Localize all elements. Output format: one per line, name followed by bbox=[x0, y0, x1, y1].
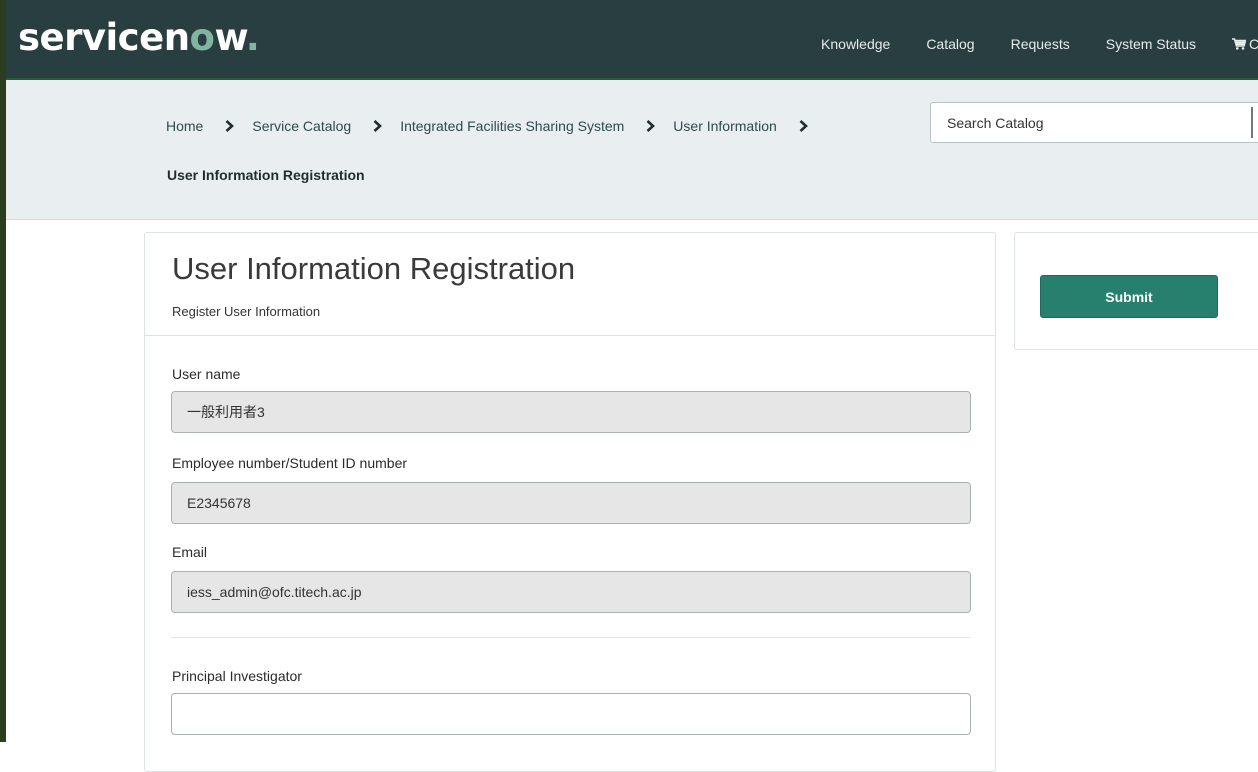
registration-form-card: User Information Registration Register U… bbox=[144, 232, 996, 772]
chevron-right-icon bbox=[225, 120, 235, 132]
user-name-field[interactable] bbox=[171, 391, 971, 433]
servicenow-logo[interactable]: servicenow. bbox=[18, 16, 260, 59]
form-subtitle: Register User Information bbox=[172, 304, 321, 319]
submit-button[interactable]: Submit bbox=[1040, 275, 1218, 318]
employee-number-field[interactable] bbox=[171, 482, 971, 524]
employee-number-label: Employee number/Student ID number bbox=[172, 455, 408, 471]
logo-mark: . bbox=[245, 16, 260, 59]
breadcrumb-current-page: User Information Registration bbox=[167, 167, 365, 183]
principal-investigator-field[interactable] bbox=[171, 693, 971, 735]
chevron-right-icon bbox=[799, 120, 808, 132]
logo-text-start: servicen bbox=[18, 16, 190, 59]
breadcrumb-home-link[interactable]: Home bbox=[166, 118, 203, 134]
chevron-right-icon bbox=[646, 120, 656, 132]
nav-system-status-link[interactable]: System Status bbox=[1106, 36, 1196, 52]
header-nav: Knowledge Catalog Requests System Status… bbox=[821, 34, 1258, 54]
breadcrumb-service-catalog-link[interactable]: Service Catalog bbox=[252, 118, 351, 134]
user-name-label: User name bbox=[172, 366, 241, 382]
submit-panel: Submit bbox=[1014, 232, 1258, 350]
nav-requests-link[interactable]: Requests bbox=[1011, 36, 1070, 52]
breadcrumb-facilities-link[interactable]: Integrated Facilities Sharing System bbox=[400, 118, 624, 134]
email-field[interactable] bbox=[171, 571, 971, 613]
chevron-right-icon bbox=[373, 120, 383, 132]
form-header: User Information Registration Register U… bbox=[145, 233, 995, 336]
logo-accent-letter: o bbox=[189, 16, 215, 59]
breadcrumb-user-information-link[interactable]: User Information bbox=[673, 118, 776, 134]
logo-text-end: w bbox=[214, 16, 246, 59]
principal-investigator-label: Principal Investigator bbox=[172, 668, 302, 684]
breadcrumb-bar: Home Service Catalog Integrated Faciliti… bbox=[6, 80, 1258, 220]
search-catalog-box bbox=[930, 102, 1258, 143]
nav-cart-link[interactable]: C bbox=[1232, 36, 1258, 52]
search-catalog-input[interactable] bbox=[931, 103, 1251, 142]
search-button-edge[interactable] bbox=[1251, 107, 1253, 138]
shopping-cart-icon bbox=[1232, 38, 1246, 50]
nav-catalog-link[interactable]: Catalog bbox=[926, 36, 974, 52]
cart-label: C bbox=[1249, 36, 1258, 52]
form-section-divider bbox=[171, 637, 971, 638]
top-navigation-bar: servicenow. Knowledge Catalog Requests S… bbox=[6, 0, 1258, 80]
email-label: Email bbox=[172, 544, 208, 560]
breadcrumb: Home Service Catalog Integrated Faciliti… bbox=[166, 118, 826, 134]
nav-knowledge-link[interactable]: Knowledge bbox=[821, 36, 890, 52]
form-title: User Information Registration bbox=[172, 251, 576, 286]
